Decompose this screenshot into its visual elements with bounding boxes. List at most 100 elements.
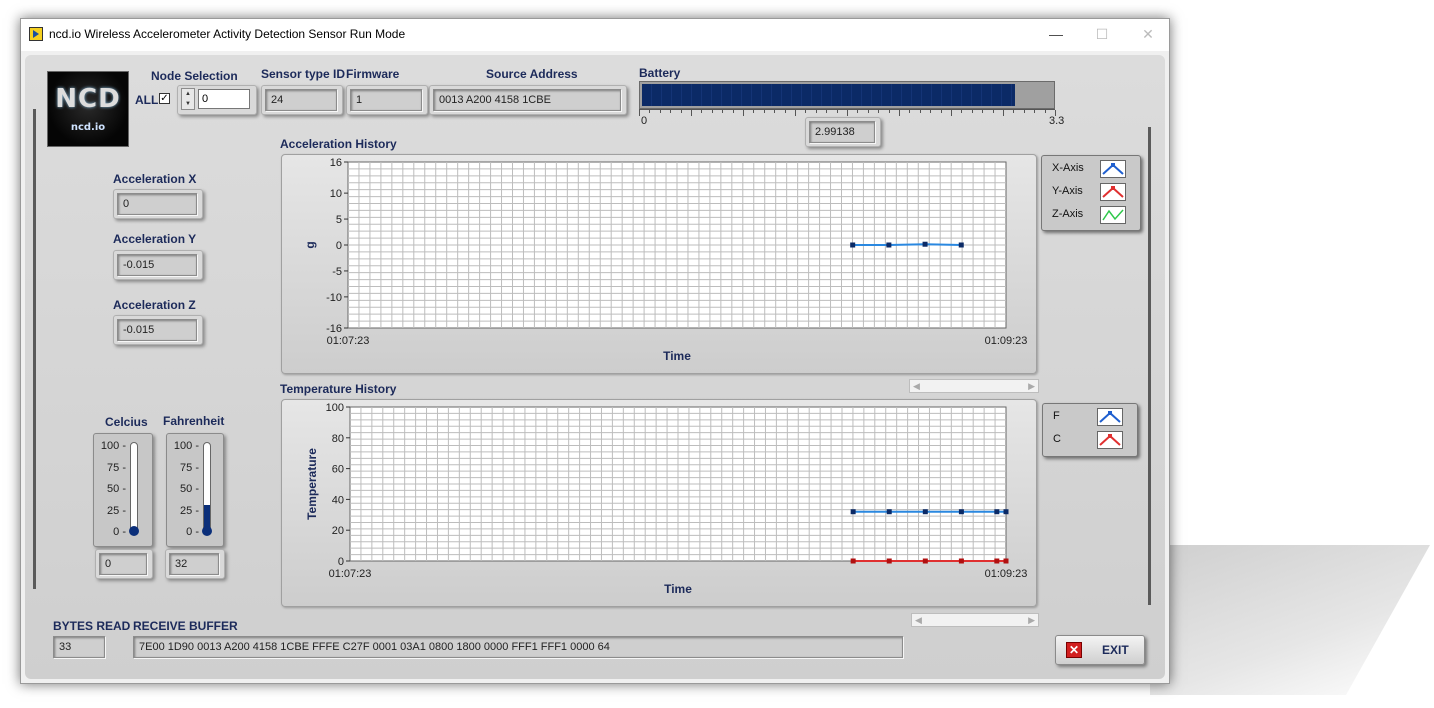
battery-scale-tick (1023, 110, 1025, 113)
acceleration-z-field: -0.015 (117, 319, 197, 341)
temperature-y-tick-label: 0 (338, 556, 344, 568)
battery-scale-tick (815, 110, 817, 113)
acceleration-x-tick-label: 01:09:23 (985, 335, 1028, 347)
battery-scale-tick (826, 110, 828, 113)
celcius-value-field: 0 (99, 553, 147, 575)
temperature-data-point (850, 558, 856, 564)
acceleration-y-tick-label: 10 (330, 188, 342, 200)
window-shadow (1150, 545, 1430, 695)
acceleration-y-field: -0.015 (117, 254, 197, 276)
battery-scale-tick (670, 110, 672, 113)
receive-buffer-field: 7E00 1D90 0013 A200 4158 1CBE FFFE C27F … (133, 636, 903, 658)
temperature-data-point (958, 558, 964, 564)
battery-scale-tick (763, 110, 765, 113)
celcius-thermometer: 100 - 75 - 50 - 25 - 0 - (93, 433, 153, 547)
celcius-line-icon[interactable] (1097, 431, 1123, 449)
fahrenheit-scale-tick: 100 - (173, 440, 199, 452)
right-panel-scrollbar[interactable] (1148, 127, 1151, 605)
fahrenheit-label: Fahrenheit (163, 414, 225, 428)
battery-scale-tick (711, 110, 713, 113)
z-axis-line-icon[interactable] (1100, 206, 1126, 224)
temperature-data-point (922, 558, 928, 564)
firmware-field: 1 (350, 89, 422, 111)
logo-caption: ncd.io (70, 122, 106, 133)
all-checkbox[interactable]: ✓ (159, 93, 170, 104)
x-axis-line-icon[interactable] (1100, 160, 1126, 178)
fahrenheit-line-icon[interactable] (1097, 408, 1123, 426)
legend-c-label: C (1053, 433, 1061, 445)
acceleration-x-tick-label: 01:07:23 (327, 335, 370, 347)
firmware-label: Firmware (346, 67, 400, 81)
acceleration-y-tick-label: -16 (326, 323, 342, 335)
battery-scale-tick (701, 110, 703, 113)
exit-button[interactable]: ✕ EXIT (1055, 635, 1145, 665)
node-spinner-icon[interactable]: ▲ ▼ (181, 88, 195, 110)
left-panel-scrollbar[interactable] (33, 109, 36, 589)
battery-scale (639, 109, 1056, 116)
battery-scale-tick (774, 110, 776, 113)
fahrenheit-thermometer-bulb (202, 526, 212, 536)
exit-icon: ✕ (1066, 642, 1082, 658)
acceleration-z-frame: -0.015 (113, 315, 203, 345)
maximize-button[interactable]: ☐ (1087, 23, 1117, 45)
battery-scale-tick (909, 110, 911, 113)
acceleration-x-field: 0 (117, 193, 197, 215)
battery-scale-tick (649, 110, 651, 113)
battery-scale-tick (722, 110, 724, 113)
temperature-scrollbar[interactable]: ◀ ▶ (911, 613, 1039, 627)
acceleration-data-point (958, 242, 964, 248)
legend-f-label: F (1053, 410, 1060, 422)
acceleration-data-point (850, 242, 856, 248)
acceleration-y-tick-label: 16 (330, 157, 342, 169)
celcius-scale-tick: 0 - (113, 526, 126, 538)
battery-scale-tick (1044, 110, 1046, 113)
temperature-data-point (850, 509, 856, 515)
minimize-button[interactable]: — (1041, 23, 1071, 45)
sensor-type-label: Sensor type ID (261, 67, 346, 81)
temperature-x-axis-label: Time (664, 582, 692, 596)
acceleration-data-point (886, 242, 892, 248)
node-selection-input[interactable]: 0 (198, 89, 250, 109)
fahrenheit-scale-tick: 25 - (180, 504, 199, 517)
celcius-thermometer-tube (130, 442, 138, 534)
battery-scale-tick (940, 110, 942, 113)
logo-mark: NCD (55, 84, 121, 114)
acceleration-y-tick-label: -5 (332, 266, 342, 278)
battery-scale-tick (971, 110, 973, 113)
acceleration-y-axis-label: g (303, 241, 317, 248)
node-selection-frame: ▲ ▼ 0 (177, 85, 257, 115)
battery-scale-tick (961, 110, 963, 113)
title-bar[interactable]: ncd.io Wireless Accelerometer Activity D… (21, 19, 1169, 51)
temperature-y-tick-label: 100 (326, 402, 344, 414)
battery-scale-tick (930, 110, 932, 113)
ncd-logo: NCD ncd.io (47, 71, 129, 147)
window-title: ncd.io Wireless Accelerometer Activity D… (49, 27, 406, 41)
app-window: ncd.io Wireless Accelerometer Activity D… (20, 18, 1170, 684)
battery-scale-tick (732, 110, 734, 113)
y-axis-line-icon[interactable] (1100, 183, 1126, 201)
celcius-scale-tick: 100 - (100, 440, 126, 452)
battery-scale-tick (867, 110, 869, 113)
battery-scale-tick (805, 110, 807, 113)
acceleration-scrollbar[interactable]: ◀ ▶ (909, 379, 1039, 393)
battery-label: Battery (639, 66, 681, 80)
source-address-frame: 0013 A200 4158 1CBE (429, 85, 627, 115)
acceleration-data-point (922, 241, 928, 247)
battery-scale-tick (680, 110, 682, 113)
sensor-type-frame: 24 (261, 85, 343, 115)
close-button[interactable]: ✕ (1133, 23, 1163, 45)
bytes-read-field: 33 (53, 636, 105, 658)
fahrenheit-value-frame: 32 (165, 549, 225, 579)
legend-z-axis-label: Z-Axis (1052, 208, 1084, 220)
fahrenheit-scale-tick: 0 - (186, 526, 199, 538)
acceleration-y-tick-label: -10 (326, 292, 342, 304)
legend-y-axis-label: Y-Axis (1052, 185, 1083, 197)
temperature-data-point (886, 509, 892, 515)
legend-x-axis-label: X-Axis (1052, 162, 1084, 174)
source-address-field: 0013 A200 4158 1CBE (433, 89, 621, 111)
fahrenheit-scale-tick: 50 - (180, 483, 199, 495)
battery-scale-tick (836, 110, 838, 113)
temperature-y-tick-label: 60 (332, 464, 344, 476)
acceleration-y-frame: -0.015 (113, 250, 203, 280)
fahrenheit-thermometer: 100 - 75 - 50 - 25 - 0 - (166, 433, 224, 547)
